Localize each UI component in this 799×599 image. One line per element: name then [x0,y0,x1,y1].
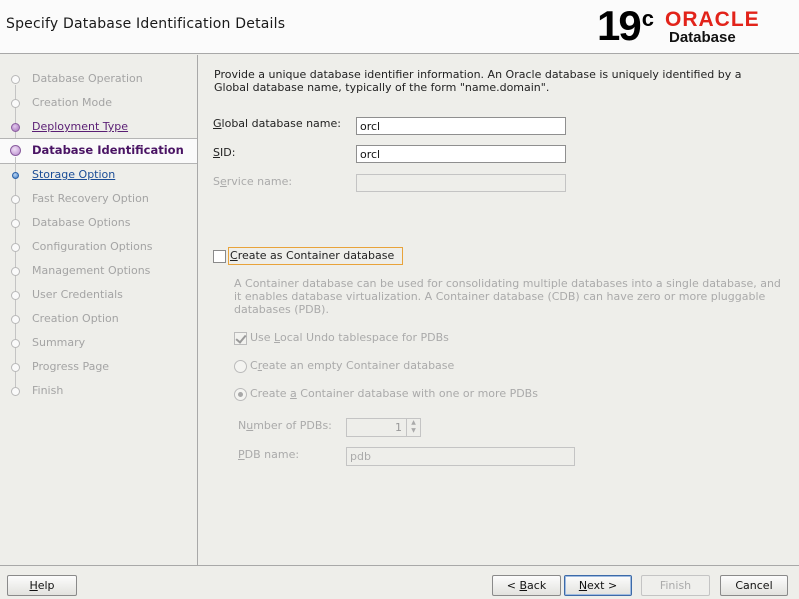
step-database-options: Database Options [0,205,197,241]
step-status-icon [11,339,20,348]
step-creation-mode: Creation Mode [0,85,197,121]
sid-label: SID: [213,146,236,159]
step-label: Creation Option [32,312,119,325]
step-fast-recovery-option: Fast Recovery Option [0,181,197,217]
step-label: Creation Mode [32,96,113,109]
step-summary: Summary [0,325,197,361]
spinner-up-icon: ▲ [411,419,416,426]
global-database-name-input[interactable] [356,117,566,135]
pdb-name-input [346,447,575,466]
step-status-icon [11,387,20,396]
global-database-name-label: Global database name: [213,117,341,130]
step-status-icon [11,99,20,108]
step-status-icon [11,291,20,300]
main-panel: Provide a unique database identifier inf… [199,55,799,565]
step-label: Database Options [32,216,131,229]
step-progress-page: Progress Page [0,349,197,385]
finish-button: Finish [641,575,710,596]
step-finish: Finish [0,373,197,403]
container-with-pdbs-radio [234,388,247,401]
step-label[interactable]: Storage Option [32,168,115,181]
intro-text: Provide a unique database identifier inf… [214,68,742,94]
window-header: Specify Database Identification Details … [0,0,799,54]
step-label: Fast Recovery Option [32,192,149,205]
container-with-pdbs-label: Create a Container database with one or … [250,387,538,400]
step-label: Configuration Options [32,240,153,253]
step-creation-option: Creation Option [0,301,197,337]
next-button[interactable]: Next > [564,575,632,596]
empty-container-radio [234,360,247,373]
service-name-input [356,174,566,192]
container-description: A Container database can be used for con… [234,277,781,316]
step-status-icon [11,363,20,372]
step-label: Management Options [32,264,151,277]
spinner-down-icon: ▼ [411,427,416,434]
step-label: User Credentials [32,288,123,301]
step-user-credentials: User Credentials [0,277,197,313]
step-label: Summary [32,336,86,349]
number-of-pdbs-label: Number of PDBs: [238,419,332,432]
step-label: Database Operation [32,72,143,85]
step-status-icon [11,123,20,132]
step-status-icon [11,219,20,228]
empty-container-label: Create an empty Container database [250,359,455,372]
step-configuration-options: Configuration Options [0,229,197,265]
step-label: Progress Page [32,360,110,373]
container-database-checkbox[interactable] [213,250,226,263]
help-button[interactable]: Help [7,575,77,596]
step-label: Database Identification [32,143,184,157]
step-status-icon [11,267,20,276]
step-management-options: Management Options [0,253,197,289]
cancel-button[interactable]: Cancel [720,575,788,596]
spinner-arrows: ▲ ▼ [406,419,420,436]
button-bar: Help < Back Next > Finish Cancel [0,565,799,599]
step-label[interactable]: Deployment Type [32,120,128,133]
step-label: Finish [32,384,64,397]
step-status-icon [11,75,20,84]
step-storage-option[interactable]: Storage Option [0,157,197,193]
version-number: 19c [597,2,654,49]
product-name: Database [669,29,736,46]
step-navigation: Database Operation Creation Mode Deploym… [0,55,198,565]
local-undo-label: Use Local Undo tablespace for PDBs [250,331,449,344]
step-status-icon [10,145,21,156]
step-database-operation: Database Operation [0,67,197,97]
back-button[interactable]: < Back [492,575,561,596]
step-status-icon [11,315,20,324]
step-deployment-type[interactable]: Deployment Type [0,109,197,145]
container-database-label[interactable]: Create as Container database [230,249,394,262]
number-of-pdbs-value: 1 [395,421,402,434]
service-name-label: Service name: [213,175,293,188]
number-of-pdbs-spinner: 1 ▲ ▼ [346,418,421,437]
page-title: Specify Database Identification Details [6,16,286,32]
step-database-identification: Database Identification [0,138,197,164]
step-status-icon [11,243,20,252]
local-undo-checkbox [234,332,247,345]
step-status-icon [12,172,19,179]
sid-input[interactable] [356,145,566,163]
oracle-logo: 19c ORACLE Database [597,3,787,50]
step-status-icon [11,195,20,204]
pdb-name-label: PDB name: [238,448,300,461]
